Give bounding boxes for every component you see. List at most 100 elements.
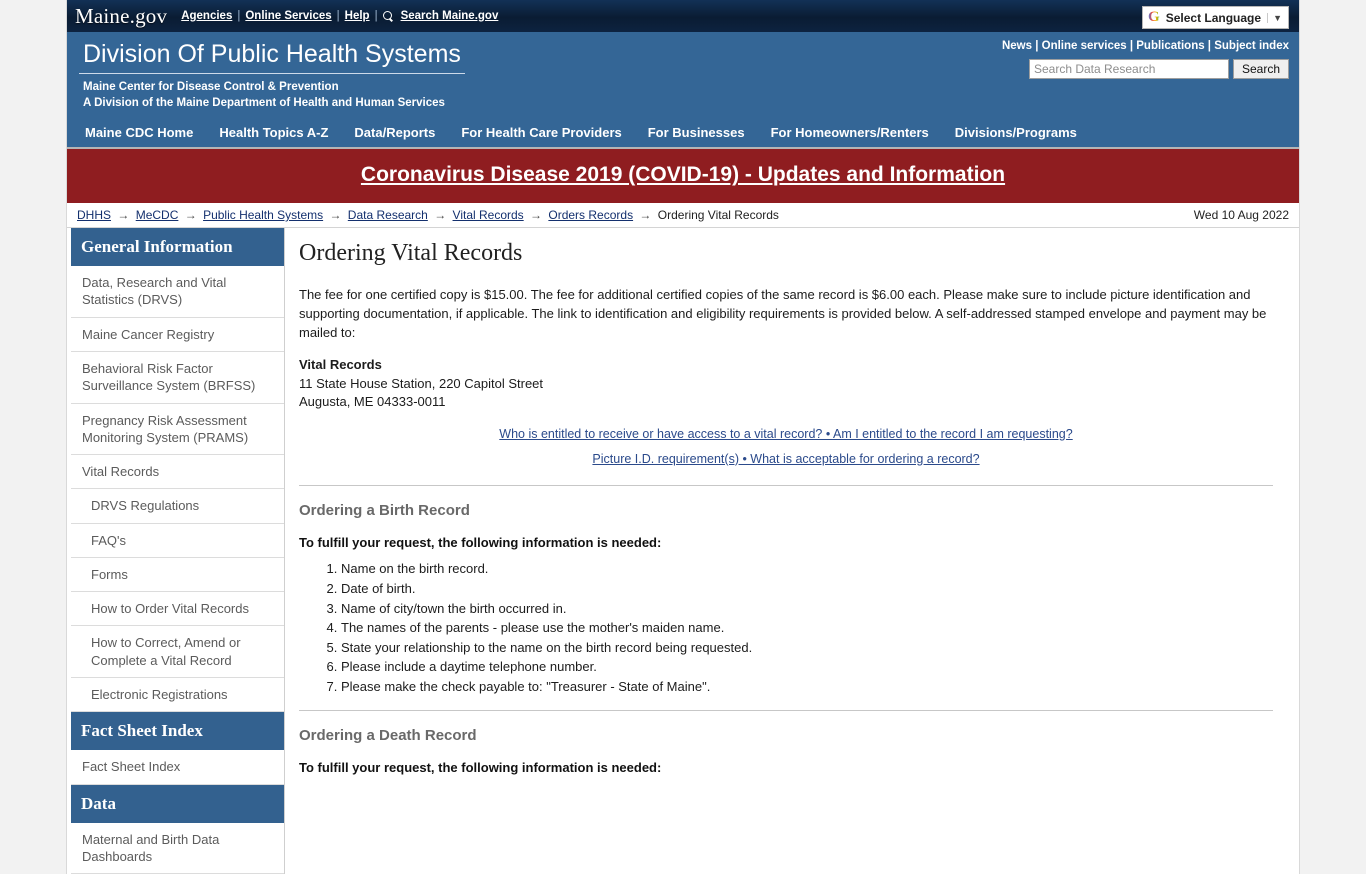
maine-gov-logo[interactable]: Maine.gov bbox=[75, 3, 181, 30]
main-nav: Maine CDC Home Health Topics A-Z Data/Re… bbox=[77, 120, 1289, 147]
breadcrumb-item-vital-records[interactable]: Vital Records bbox=[453, 208, 524, 222]
link-separator-3: | bbox=[374, 10, 378, 22]
google-icon: G bbox=[1148, 9, 1160, 25]
eligibility-links: Who is entitled to receive or have acces… bbox=[299, 422, 1273, 472]
list-item: Date of birth. bbox=[341, 580, 1273, 599]
search-input[interactable] bbox=[1028, 59, 1229, 79]
maine-gov-links: Agencies | Online Services | Help | Sear… bbox=[181, 10, 498, 22]
eligibility-links-row1: Who is entitled to receive or have acces… bbox=[299, 422, 1273, 447]
list-item: Please include a daytime telephone numbe… bbox=[341, 658, 1273, 677]
breadcrumb-item-data-research[interactable]: Data Research bbox=[348, 208, 428, 222]
sidebar-item-brfss[interactable]: Behavioral Risk Factor Surveillance Syst… bbox=[71, 352, 284, 404]
divider-2 bbox=[299, 710, 1273, 712]
sidebar-item-how-to-correct[interactable]: How to Correct, Amend or Complete a Vita… bbox=[71, 626, 284, 679]
sidebar-item-faqs[interactable]: FAQ's bbox=[71, 524, 284, 558]
address-name: Vital Records bbox=[299, 356, 1273, 374]
utility-links[interactable]: News | Online services | Publications | … bbox=[1002, 40, 1289, 52]
sidebar-link-drvs[interactable]: Data, Research and Vital Statistics (DRV… bbox=[82, 275, 226, 307]
covid-banner-link[interactable]: Coronavirus Disease 2019 (COVID-19) - Up… bbox=[361, 163, 1005, 186]
sidebar-item-drvs[interactable]: Data, Research and Vital Statistics (DRV… bbox=[71, 266, 284, 318]
list-item: State your relationship to the name on t… bbox=[341, 639, 1273, 658]
breadcrumb-arrow-3: → bbox=[329, 208, 342, 223]
sidebar-link-faqs[interactable]: FAQ's bbox=[91, 533, 126, 548]
sidebar-item-fact-sheet-index[interactable]: Fact Sheet Index bbox=[71, 750, 284, 785]
covid-banner: Coronavirus Disease 2019 (COVID-19) - Up… bbox=[67, 147, 1299, 204]
sidebar-item-vital-records[interactable]: Vital Records bbox=[71, 455, 284, 490]
sidebar-item-how-to-order[interactable]: How to Order Vital Records bbox=[71, 592, 284, 627]
agency-subtitle-line1: Maine Center for Disease Control & Preve… bbox=[83, 80, 339, 93]
address-line2: Augusta, ME 04333-0011 bbox=[299, 394, 446, 410]
agency-subtitle: Maine Center for Disease Control & Preve… bbox=[83, 79, 1289, 112]
eligibility-link-2[interactable]: Picture I.D. requirement(s) • What is ac… bbox=[592, 452, 979, 466]
sidebar-item-prams[interactable]: Pregnancy Risk Assessment Monitoring Sys… bbox=[71, 404, 284, 456]
breadcrumb-item-public-health-systems[interactable]: Public Health Systems bbox=[203, 208, 323, 222]
breadcrumb-arrow-4: → bbox=[434, 208, 447, 223]
nav-divisions-programs[interactable]: Divisions/Programs bbox=[953, 123, 1079, 142]
section-heading-death-record: Ordering a Death Record bbox=[299, 727, 477, 745]
sidebar-heading-general-information: General Information bbox=[71, 228, 284, 267]
nav-data-reports[interactable]: Data/Reports bbox=[352, 123, 437, 142]
intro-paragraph: The fee for one certified copy is $15.00… bbox=[299, 287, 1267, 341]
sidebar-item-maine-cancer-registry[interactable]: Maine Cancer Registry bbox=[71, 318, 284, 352]
eligibility-link-1[interactable]: Who is entitled to receive or have acces… bbox=[499, 427, 1072, 441]
nav-maine-cdc-home[interactable]: Maine CDC Home bbox=[83, 123, 195, 142]
maine-gov-logo-text: Maine.gov bbox=[75, 3, 168, 28]
site-title[interactable]: Division Of Public Health Systems bbox=[79, 40, 465, 74]
sidebar-link-electronic-registrations[interactable]: Electronic Registrations bbox=[91, 687, 228, 702]
sidebar-item-drvs-regulations[interactable]: DRVS Regulations bbox=[71, 489, 284, 524]
select-language-label: Select Language bbox=[1165, 10, 1262, 25]
list-item: The names of the parents - please use th… bbox=[341, 619, 1273, 638]
help-link[interactable]: Help bbox=[345, 10, 370, 22]
nav-businesses[interactable]: For Businesses bbox=[646, 123, 747, 142]
sidebar-item-electronic-registrations[interactable]: Electronic Registrations bbox=[71, 678, 284, 713]
nav-providers[interactable]: For Health Care Providers bbox=[459, 123, 623, 142]
breadcrumb-item-orders-records[interactable]: Orders Records bbox=[548, 208, 633, 222]
breadcrumb-item-mecdc[interactable]: MeCDC bbox=[136, 208, 179, 222]
chevron-down-icon[interactable]: ▼ bbox=[1267, 12, 1286, 23]
agency-subtitle-line2: A Division of the Maine Department of He… bbox=[83, 97, 445, 110]
breadcrumb-bar: DHHS → MeCDC → Public Health Systems → D… bbox=[67, 203, 1299, 229]
birth-record-requirements: Name on the birth record. Date of birth.… bbox=[299, 560, 1273, 696]
select-language-dropdown[interactable]: G Select Language ▼ bbox=[1142, 6, 1289, 29]
sidebar-link-forms[interactable]: Forms bbox=[91, 567, 128, 582]
current-date: Wed 10 Aug 2022 bbox=[1193, 208, 1289, 223]
list-item: Name of city/town the birth occurred in. bbox=[341, 600, 1273, 619]
sidebar-link-maine-cancer-registry[interactable]: Maine Cancer Registry bbox=[82, 327, 214, 342]
agency-header: Division Of Public Health Systems Maine … bbox=[67, 32, 1299, 148]
maine-gov-topbar: Maine.gov Agencies | Online Services | H… bbox=[67, 0, 1299, 32]
agencies-link[interactable]: Agencies bbox=[181, 10, 232, 22]
breadcrumb-item-current: Ordering Vital Records bbox=[657, 208, 779, 223]
page-title: Ordering Vital Records bbox=[299, 240, 523, 267]
address-line1: 11 State House Station, 220 Capitol Stre… bbox=[299, 375, 544, 391]
sidebar-item-maternal-birth-dashboards[interactable]: Maternal and Birth Data Dashboards bbox=[71, 823, 284, 874]
nav-health-topics[interactable]: Health Topics A-Z bbox=[217, 123, 330, 142]
sidebar-link-how-to-order[interactable]: How to Order Vital Records bbox=[91, 601, 249, 616]
site-search-form: Search bbox=[1002, 59, 1289, 79]
sidebar-link-maternal-birth-dashboards[interactable]: Maternal and Birth Data Dashboards bbox=[82, 832, 219, 864]
divider-1 bbox=[299, 485, 1273, 487]
sidebar-link-how-to-correct[interactable]: How to Correct, Amend or Complete a Vita… bbox=[91, 635, 241, 667]
section-heading-birth-record: Ordering a Birth Record bbox=[299, 502, 470, 520]
sidebar: General Information Data, Research and V… bbox=[71, 228, 285, 874]
sidebar-link-prams[interactable]: Pregnancy Risk Assessment Monitoring Sys… bbox=[82, 413, 248, 445]
online-services-link[interactable]: Online Services bbox=[245, 10, 331, 22]
sidebar-link-drvs-regulations[interactable]: DRVS Regulations bbox=[91, 498, 199, 513]
search-icon bbox=[382, 10, 394, 22]
eligibility-links-row2: Picture I.D. requirement(s) • What is ac… bbox=[299, 447, 1273, 472]
sidebar-link-vital-records[interactable]: Vital Records bbox=[82, 464, 159, 479]
breadcrumb-item-dhhs[interactable]: DHHS bbox=[77, 208, 111, 222]
sidebar-heading-fact-sheet-index: Fact Sheet Index bbox=[71, 712, 284, 751]
sidebar-item-forms[interactable]: Forms bbox=[71, 558, 284, 593]
search-maine-link[interactable]: Search Maine.gov bbox=[401, 10, 499, 22]
breadcrumb: DHHS → MeCDC → Public Health Systems → D… bbox=[77, 208, 779, 222]
birth-record-lead: To fulfill your request, the following i… bbox=[299, 535, 662, 551]
address-name-text: Vital Records bbox=[299, 357, 382, 373]
sidebar-link-brfss[interactable]: Behavioral Risk Factor Surveillance Syst… bbox=[82, 361, 255, 393]
body-wrapper: General Information Data, Research and V… bbox=[67, 228, 1299, 874]
main-content: Ordering Vital Records The fee for one c… bbox=[285, 228, 1299, 785]
search-button[interactable]: Search bbox=[1232, 59, 1289, 79]
link-separator-2: | bbox=[336, 10, 340, 22]
breadcrumb-arrow-2: → bbox=[184, 208, 197, 223]
nav-homeowners[interactable]: For Homeowners/Renters bbox=[769, 123, 931, 142]
sidebar-link-fact-sheet-index[interactable]: Fact Sheet Index bbox=[82, 759, 180, 774]
